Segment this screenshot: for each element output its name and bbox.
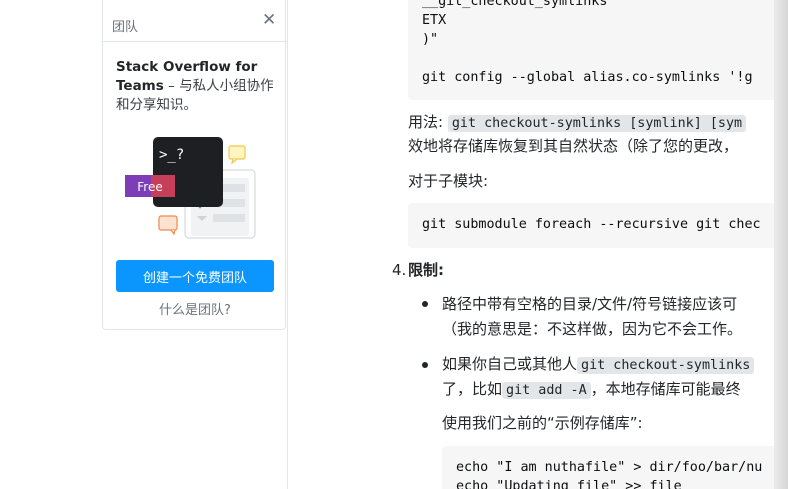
bullet2-text: 如果你自己或其他人 [442, 355, 578, 373]
usage-paragraph-line2: 效地将存储库恢复到其自然状态（除了您的更改， [408, 137, 739, 155]
code-line: git submodule foreach --recursive git ch… [422, 217, 761, 232]
terminal-prompt: >_? [159, 147, 184, 163]
limit-bullet-2-line2: 了，比如 git add -A ，本地存储库可能最终 [442, 378, 741, 402]
teams-illustration: >_? Free [125, 137, 256, 239]
bullet2-inline-code: git checkout-symlinks [577, 357, 755, 374]
free-badge-label: Free [137, 180, 162, 194]
code-block-example: echo "I am nuthafile" > dir/foo/bar/nu e… [442, 446, 774, 489]
limit-bullet-2-line1: 如果你自己或其他人 git checkout-symlinks [442, 353, 755, 377]
free-badge: Free [125, 175, 175, 197]
chat-bubble-icon [158, 215, 178, 236]
teams-heading: Stack Overflow for Teams – 与私人小组协作和分享知识。 [116, 58, 276, 115]
right-edge-overlay [774, 0, 788, 489]
teams-card-title: 团队 [112, 20, 139, 35]
bullet2-text3: ，本地存储库可能最终 [590, 380, 741, 398]
limit-bullet-1-line1: 路径中带有空格的目录/文件/符号链接应该可 [442, 295, 738, 313]
create-team-button[interactable]: 创建一个免费团队 [116, 260, 274, 292]
bullet2-inline-code2: git add -A [502, 382, 591, 399]
answer-body: __git_checkout_symlinks ETX )" git confi… [392, 0, 774, 489]
close-icon[interactable]: ✕ [262, 12, 276, 29]
code-line: echo "Updating file" >> file [456, 479, 682, 489]
teams-card-header: 团队 ✕ [103, 0, 287, 42]
submodule-label: 对于子模块: [408, 172, 489, 190]
bullet-dot [422, 301, 428, 307]
limit-bullet-1-line2: （我的意思是：不这样做，因为它不会工作。 [442, 320, 743, 338]
limits-title: 限制: [408, 261, 444, 279]
what-are-teams-link[interactable]: 什么是团队? [103, 299, 287, 318]
code-block-alias: __git_checkout_symlinks ETX )" git confi… [408, 0, 774, 100]
usage-inline-code: git checkout-symlinks [symlink] [sym [447, 115, 747, 132]
code-block-submodule: git submodule foreach --recursive git ch… [408, 203, 774, 248]
code-line: ETX [422, 13, 447, 28]
speech-bubble-icon [228, 145, 246, 165]
code-line: )" [422, 32, 439, 47]
left-column-divider [287, 0, 288, 489]
usage-prefix: 用法: [408, 113, 444, 131]
code-line: git config --global alias.co-symlinks '!… [422, 70, 753, 85]
teams-promo-card: 团队 ✕ Stack Overflow for Teams – 与私人小组协作和… [102, 0, 287, 330]
list-number: 4. [392, 261, 407, 279]
code-line: __git_checkout_symlinks [422, 0, 608, 9]
code-line: echo "I am nuthafile" > dir/foo/bar/nu [456, 460, 763, 475]
bullet-dot [422, 362, 428, 368]
usage-paragraph: 用法: git checkout-symlinks [symlink] [sym [408, 111, 747, 135]
bullet2-text2: 了，比如 [442, 380, 503, 398]
example-label: 使用我们之前的“示例存储库”: [442, 414, 643, 432]
